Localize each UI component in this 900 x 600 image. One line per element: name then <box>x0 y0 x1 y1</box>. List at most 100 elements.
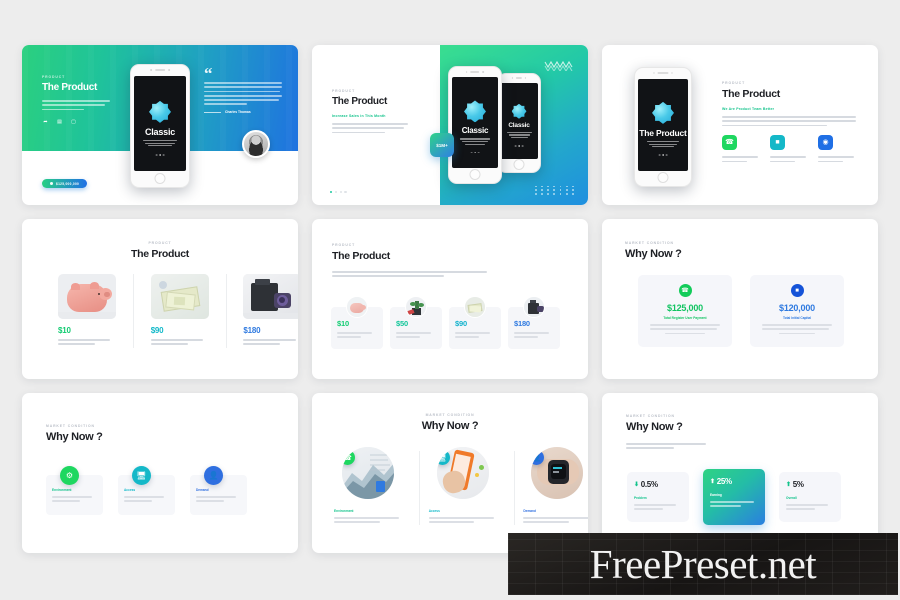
phone-icon: ☎ <box>722 135 737 151</box>
phone-screen: Classic <box>500 82 538 160</box>
eyebrow-label: Product <box>722 81 746 85</box>
phone-circle-icon: ☎ <box>678 284 692 297</box>
hand-phone-photo: 🖥 <box>436 447 489 499</box>
stat-value: 25% <box>716 477 732 486</box>
header-block: Market Condition Why Now ? <box>312 413 588 432</box>
slide-6-why-now-metrics[interactable]: Market Condition Why Now ? ☎ $125,000 To… <box>602 219 878 379</box>
card-label: Access <box>124 488 136 492</box>
stat-card[interactable]: ⬆ 5% Overall <box>779 472 841 522</box>
slide-9-why-now-stats[interactable]: Market Condition Why Now ? ⬇ 0.5% Proble… <box>602 393 878 553</box>
slide-7-why-now-icons[interactable]: Market Condition Why Now ? ⚙ Environment… <box>22 393 298 553</box>
feature-item[interactable]: ☎ <box>722 135 760 165</box>
tablet-icon: ■ <box>770 135 785 151</box>
user-icon: 👤 <box>204 466 223 485</box>
pricing-card[interactable]: $10 <box>331 296 383 349</box>
header-block: Product The Product <box>332 243 492 280</box>
screen-text-lines <box>460 138 490 145</box>
stat-value-row: ⬇ 0.5% <box>634 480 682 489</box>
app-logo-icon <box>464 100 486 123</box>
feature-card[interactable]: ☎ Environment <box>334 447 410 526</box>
stat-text <box>786 504 834 510</box>
testimonial-block: “ Charles Thomas <box>204 65 282 114</box>
screen-text-lines <box>506 131 532 139</box>
stat-card[interactable]: ⬇ 0.5% Problem <box>627 472 689 522</box>
facebook-icon[interactable]: ▤ <box>56 119 63 126</box>
pricing-card[interactable]: $180 <box>243 274 298 348</box>
plant-money-photo <box>405 296 427 318</box>
banknotes-photo <box>150 274 209 319</box>
divider <box>513 451 515 525</box>
page-title: The Product <box>131 248 189 260</box>
pricing-card[interactable]: $180 <box>508 296 560 349</box>
card-body: Environment <box>334 509 410 523</box>
phone-screen: Classic <box>451 77 499 168</box>
arrow-up-icon: ⬆ <box>710 478 715 485</box>
feature-item[interactable]: ◉ <box>818 135 856 165</box>
feature-text <box>818 156 856 163</box>
page-title: The Product <box>722 88 780 100</box>
body-text <box>626 443 706 449</box>
page-title: The Product <box>332 96 388 107</box>
dot-pattern-decoration <box>534 185 576 195</box>
cta-button[interactable]: $125,000,000 <box>42 179 88 188</box>
stat-card[interactable]: ⬆ 25% Earning <box>703 469 765 525</box>
card-text <box>514 332 554 338</box>
pricing-card[interactable]: $90 <box>449 296 501 349</box>
card-text <box>58 339 116 345</box>
feature-card[interactable]: 🖥 Access <box>118 466 175 515</box>
stat-list: ⬇ 0.5% Problem ⬆ 25% Earning ⬆ 5% Overal… <box>627 469 841 525</box>
stat-label: Problem <box>634 496 647 500</box>
price-value: $180 <box>514 319 530 328</box>
slide-3-product-features[interactable]: The Product Product The Product We Are P… <box>602 45 878 205</box>
slide-2-product-dual-phone[interactable]: Product The Product Increase Sales in Th… <box>312 45 588 205</box>
phone-screen: The Product <box>638 78 688 171</box>
phone-mockup: Classic <box>448 66 502 184</box>
page-title: The Product <box>332 250 390 262</box>
phone-notch <box>150 68 170 71</box>
feature-item[interactable]: ■ <box>770 135 808 165</box>
eyebrow-label: Market Condition <box>625 241 674 245</box>
metric-list: ☎ $125,000 Total Register User Payment ■… <box>638 275 844 347</box>
card-text <box>243 339 298 345</box>
phone-screen: Classic <box>134 75 186 172</box>
price-value: $180 <box>243 326 261 335</box>
metric-card[interactable]: ■ $120,000 Total Initial Capital <box>750 275 844 347</box>
divider <box>133 274 134 348</box>
feature-card[interactable]: 🖥 Access <box>428 447 505 526</box>
card-text <box>337 332 377 338</box>
hero-text-block: Product The Product ➦ ▤ ▢ <box>42 75 118 126</box>
pricing-card[interactable]: $50 <box>390 296 442 349</box>
feature-card[interactable]: 👤 Demand <box>523 447 588 526</box>
slide-4-pricing-photos[interactable]: Product The Product $10 <box>22 219 298 379</box>
home-button-icon <box>469 169 481 181</box>
slide-1-hero-testimonial[interactable]: Product The Product ➦ ▤ ▢ $125,000,000 <box>22 45 298 205</box>
slide-5-pricing-four[interactable]: Product The Product $10 <box>312 219 588 379</box>
cta-label: $125,000,000 <box>56 181 80 186</box>
screen-text-lines <box>143 139 177 147</box>
phone-notch <box>653 71 673 74</box>
slide-8-why-now-photos[interactable]: Market Condition Why Now ? <box>312 393 588 553</box>
app-logo-icon <box>511 103 527 119</box>
settings-gear-icon: ⚙ <box>60 466 79 485</box>
pricing-card[interactable]: $90 <box>150 274 209 348</box>
feature-list: ⚙ Environment 🖥 Access 👤 Demand <box>46 466 247 515</box>
feature-card[interactable]: 👤 Demand <box>190 466 247 515</box>
social-links[interactable]: ➦ ▤ ▢ <box>42 119 118 126</box>
twitter-icon[interactable]: ➦ <box>42 119 49 126</box>
metric-card[interactable]: ☎ $125,000 Total Register User Payment <box>638 275 732 347</box>
stat-label: Overall <box>786 496 797 500</box>
clock-icon: ◉ <box>818 135 833 151</box>
stat-text <box>710 501 758 507</box>
pricing-card[interactable]: $10 <box>58 274 116 348</box>
dot-icon <box>50 182 53 185</box>
instagram-icon[interactable]: ▢ <box>70 119 77 126</box>
analytics-chart-photo: ☎ <box>342 447 394 499</box>
pricing-list: $10 $50 $90 $180 <box>331 296 560 349</box>
body-text <box>722 116 856 127</box>
feature-card[interactable]: ⚙ Environment <box>46 466 103 515</box>
slide-pager[interactable] <box>330 190 347 193</box>
page-title: Why Now ? <box>421 420 479 432</box>
eyebrow-label: Product <box>332 89 356 93</box>
avatar <box>242 130 270 158</box>
card-text <box>334 517 410 523</box>
